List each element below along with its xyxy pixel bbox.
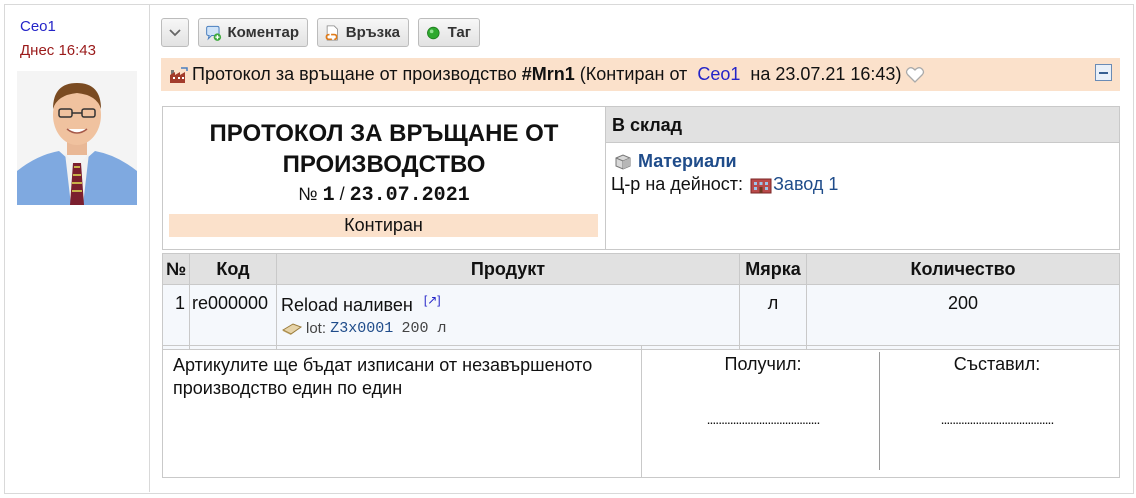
author-link[interactable]: Ceo1 xyxy=(20,18,56,35)
document-title-block: ПРОТОКОЛ ЗА ВРЪЩАНЕ ОТ ПРОИЗВОДСТВО № 1 … xyxy=(163,107,606,249)
activity-center: Ц-р на дейност: Завод 1 xyxy=(611,174,838,195)
external-link-icon[interactable]: [↗] xyxy=(424,293,441,307)
col-header-code[interactable]: Код xyxy=(189,253,277,285)
green-dot-icon xyxy=(427,26,440,39)
link-button-label: Връзка xyxy=(345,24,400,41)
document-date: 23.07.2021 xyxy=(349,184,470,207)
store-link[interactable]: Материали xyxy=(614,151,737,172)
col-header-unit[interactable]: Мярка xyxy=(739,253,807,285)
document-number: #Mrn1 xyxy=(521,64,575,84)
comment-add-icon xyxy=(206,25,222,41)
title-prefix: Протокол за връщане от производство xyxy=(192,64,517,84)
store-name: Материали xyxy=(638,151,737,171)
heart-icon[interactable] xyxy=(905,66,925,84)
compiled-signature: Съставил: ..............................… xyxy=(879,354,1115,427)
batch-tag-icon xyxy=(281,322,303,335)
avatar-photo-icon xyxy=(17,71,137,205)
building-icon xyxy=(750,178,772,193)
lot-code-link[interactable]: Z3x0001 xyxy=(330,320,393,337)
author-column: Ceo1 Днес 16:43 xyxy=(4,4,150,492)
col-header-product[interactable]: Продукт xyxy=(276,253,740,285)
col-header-quantity[interactable]: Количество xyxy=(806,253,1120,285)
activity-label: Ц-р на дейност: xyxy=(611,174,744,194)
store-header: В склад xyxy=(606,107,1119,143)
row-product: Reload наливен [↗] lot: Z3x0001 200 л xyxy=(276,284,740,350)
product-name: Reload наливен xyxy=(281,295,413,315)
document-title: ПРОТОКОЛ ЗА ВРЪЩАНЕ ОТ ПРОИЗВОДСТВО xyxy=(163,118,605,180)
lot-info: lot: Z3x0001 200 л xyxy=(281,320,735,337)
received-signature: Получил: ...............................… xyxy=(645,354,881,427)
number-date-separator: / xyxy=(339,184,345,204)
activity-center-link[interactable]: Завод 1 xyxy=(773,174,838,195)
document-title-bar: Протокол за връщане от производство #Mrn… xyxy=(161,58,1120,91)
row-unit: л xyxy=(739,284,807,350)
posted-date: на 23.07.21 16:43) xyxy=(750,64,902,84)
document-number-value: 1 xyxy=(322,184,335,207)
compiled-label: Съставил: xyxy=(953,354,1041,374)
comment-button[interactable]: Коментар xyxy=(198,18,308,47)
products-table: № Код Продукт Мярка Количество 1 re00000… xyxy=(162,253,1120,350)
document-title-line1: ПРОТОКОЛ ЗА ВРЪЩАНЕ ОТ xyxy=(209,120,559,147)
row-quantity: 200 xyxy=(806,284,1120,350)
avatar xyxy=(17,71,137,205)
compiled-signature-line: ....................................... xyxy=(940,411,1055,427)
posted-by-link[interactable]: Ceo1 xyxy=(697,64,740,85)
document-footer: Артикулите ще бъдат изписани от незавърш… xyxy=(162,345,1120,478)
tag-button[interactable]: Таг xyxy=(418,18,480,47)
box-icon xyxy=(615,153,631,170)
status-prefix: (Контиран от xyxy=(579,64,688,84)
document-title-line2: ПРОИЗВОДСТВО xyxy=(282,151,486,178)
document-header: ПРОТОКОЛ ЗА ВРЪЩАНЕ ОТ ПРОИЗВОДСТВО № 1 … xyxy=(162,106,1120,250)
received-label: Получил: xyxy=(724,354,802,374)
document-number-date: № 1 / 23.07.2021 xyxy=(163,184,605,207)
table-row: 1 re000000 Reload наливен [↗] lot: Z3x00… xyxy=(162,284,1120,350)
link-document-icon xyxy=(325,25,338,40)
chevron-down-icon xyxy=(169,28,181,36)
comment-button-label: Коментар xyxy=(227,24,299,41)
row-code: re000000 xyxy=(189,284,277,350)
store-block: В склад Материали Ц-р на дейност: Завод … xyxy=(606,107,1119,249)
number-sign: № xyxy=(298,184,318,204)
post-date: Днес 16:43 xyxy=(20,42,96,59)
collapse-icon[interactable] xyxy=(1095,64,1112,81)
footer-note: Артикулите ще бъдат изписани от незавърш… xyxy=(173,355,593,398)
status-badge: Контиран xyxy=(169,214,598,237)
col-header-no[interactable]: № xyxy=(162,253,190,285)
row-number: 1 xyxy=(162,284,190,350)
more-actions-button[interactable] xyxy=(161,18,189,47)
lot-quantity: 200 л xyxy=(401,320,447,337)
tag-button-label: Таг xyxy=(447,24,471,41)
factory-icon xyxy=(170,66,188,83)
lot-label: lot: xyxy=(306,320,327,337)
footer-divider xyxy=(641,346,642,477)
received-signature-line: ....................................... xyxy=(706,411,821,427)
link-button[interactable]: Връзка xyxy=(317,18,409,47)
table-header-row: № Код Продукт Мярка Количество xyxy=(162,253,1120,285)
